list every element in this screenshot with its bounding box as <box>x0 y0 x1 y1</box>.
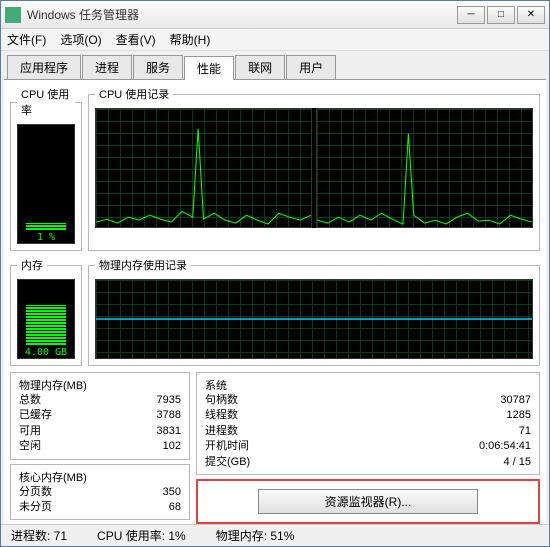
menubar: 文件(F) 选项(O) 查看(V) 帮助(H) <box>1 29 549 51</box>
cpu-history-box: CPU 使用记录 <box>88 86 540 251</box>
phys-mem-title: 物理内存(MB) <box>19 377 181 393</box>
statusbar: 进程数: 71 CPU 使用率: 1% 物理内存: 51% <box>1 524 549 546</box>
minimize-button[interactable]: ─ <box>457 6 485 24</box>
cpu-usage-label: CPU 使用率 <box>17 86 75 118</box>
memory-label: 内存 <box>17 257 47 273</box>
tab-strip: 应用程序 进程 服务 性能 联网 用户 <box>1 51 549 79</box>
mem-history-box: 物理内存使用记录 <box>88 257 540 366</box>
mem-gauge-fill <box>26 305 66 345</box>
tab-performance[interactable]: 性能 <box>184 56 234 80</box>
kernel-mem-title: 核心内存(MB) <box>19 469 181 485</box>
resource-monitor-box: 资源监视器(R)... <box>196 479 540 524</box>
cpu-gauge-value: 1 % <box>37 230 55 243</box>
cpu-graph-1 <box>95 108 312 228</box>
tab-processes[interactable]: 进程 <box>82 55 132 79</box>
status-memory: 物理内存: 51% <box>216 527 295 544</box>
perf-content: CPU 使用率 1 % CPU 使用记录 <box>4 79 546 524</box>
status-processes: 进程数: 71 <box>11 527 67 544</box>
mem-history-label: 物理内存使用记录 <box>95 257 191 273</box>
tab-applications[interactable]: 应用程序 <box>7 55 81 79</box>
mem-graph <box>95 279 533 359</box>
menu-help[interactable]: 帮助(H) <box>170 31 211 48</box>
tab-users[interactable]: 用户 <box>286 55 336 79</box>
memory-box: 内存 4.00 GB <box>10 257 82 366</box>
phys-mem-box: 物理内存(MB) 总数7935 已缓存3788 可用3831 空闲102 <box>10 372 190 460</box>
cpu-graph-2 <box>316 108 533 228</box>
cpu-history-label: CPU 使用记录 <box>95 86 173 102</box>
system-box: 系统 句柄数30787 线程数1285 进程数71 开机时间0:06:54:41… <box>196 372 540 475</box>
system-title: 系统 <box>205 377 531 393</box>
titlebar: Windows 任务管理器 ─ □ ✕ <box>1 1 549 29</box>
task-manager-window: Windows 任务管理器 ─ □ ✕ 文件(F) 选项(O) 查看(V) 帮助… <box>0 0 550 547</box>
close-button[interactable]: ✕ <box>517 6 545 24</box>
tab-services[interactable]: 服务 <box>133 55 183 79</box>
menu-options[interactable]: 选项(O) <box>60 31 101 48</box>
status-cpu: CPU 使用率: 1% <box>97 527 186 544</box>
tab-networking[interactable]: 联网 <box>235 55 285 79</box>
maximize-button[interactable]: □ <box>487 6 515 24</box>
resource-monitor-button[interactable]: 资源监视器(R)... <box>258 489 478 514</box>
cpu-gauge-fill <box>26 223 66 230</box>
app-icon <box>5 7 21 23</box>
kernel-mem-box: 核心内存(MB) 分页数350 未分页68 <box>10 464 190 521</box>
window-title: Windows 任务管理器 <box>27 6 457 23</box>
menu-file[interactable]: 文件(F) <box>7 31 46 48</box>
mem-gauge-value: 4.00 GB <box>25 345 67 358</box>
cpu-usage-box: CPU 使用率 1 % <box>10 86 82 251</box>
menu-view[interactable]: 查看(V) <box>116 31 156 48</box>
